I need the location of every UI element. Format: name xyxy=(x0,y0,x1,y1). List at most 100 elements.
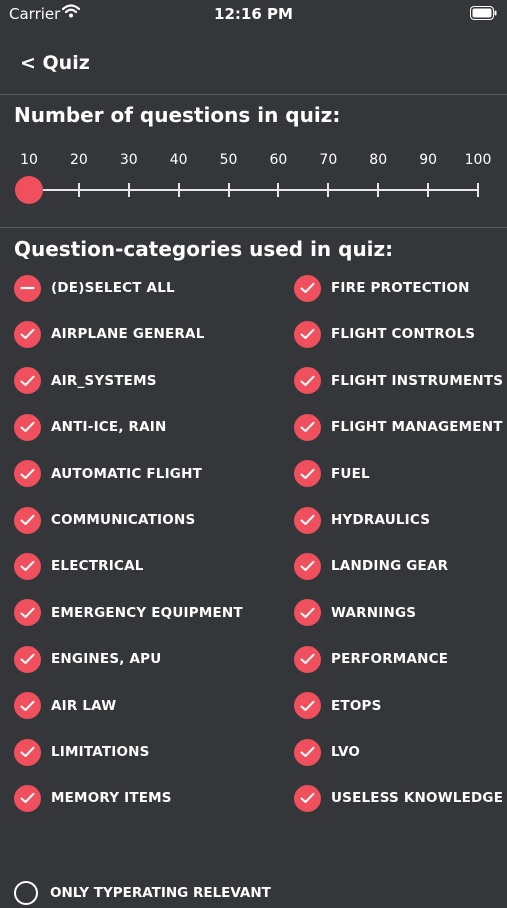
category-checkbox[interactable]: EMERGENCY EQUIPMENT xyxy=(14,598,243,628)
back-button[interactable]: < Quiz xyxy=(20,52,90,74)
category-label: ELECTRICAL xyxy=(51,558,144,575)
category-checkbox[interactable]: AIRPLANE GENERAL xyxy=(14,319,205,349)
checkmark-circle-icon[interactable] xyxy=(294,599,321,627)
category-checkbox[interactable]: LVO xyxy=(294,737,360,767)
slider-tick-label: 60 xyxy=(269,152,288,168)
checkmark-circle-icon[interactable] xyxy=(14,460,41,488)
checkmark-circle-icon[interactable] xyxy=(14,367,41,395)
checkmark-circle-icon[interactable] xyxy=(294,738,321,766)
slider-tick-mark xyxy=(77,183,80,197)
checkmark-circle-icon[interactable] xyxy=(14,784,41,812)
slider-tick-label: 30 xyxy=(119,152,138,168)
checkmark-circle-icon[interactable] xyxy=(294,460,321,488)
checkmark-circle-icon[interactable] xyxy=(14,599,41,627)
category-checkbox[interactable]: FIRE PROTECTION xyxy=(294,273,470,303)
category-label: AUTOMATIC FLIGHT xyxy=(51,465,202,482)
category-label: FLIGHT MANAGEMENT xyxy=(331,419,503,436)
category-checkbox[interactable]: AIR LAW xyxy=(14,691,116,721)
checkmark-circle-icon[interactable] xyxy=(294,645,321,673)
battery-icon xyxy=(470,6,497,20)
questions-section-title: Number of questions in quiz: xyxy=(14,103,341,127)
category-checkbox[interactable]: USELESS KNOWLEDGE xyxy=(294,783,503,813)
category-label: LIMITATIONS xyxy=(51,744,150,760)
checkmark-circle-icon[interactable] xyxy=(14,692,41,720)
checkmark-circle-icon[interactable] xyxy=(294,367,321,395)
checkmark-circle-icon[interactable] xyxy=(294,552,321,580)
checkmark-circle-icon[interactable] xyxy=(14,738,41,766)
category-label: (DE)SELECT ALL xyxy=(51,280,175,296)
category-checkbox[interactable]: PERFORMANCE xyxy=(294,644,448,674)
categories-section-title: Question-categories used in quiz: xyxy=(14,237,394,261)
category-checkbox[interactable]: HYDRAULICS xyxy=(294,505,430,535)
slider-tick-label: 80 xyxy=(369,152,388,168)
category-checkbox[interactable]: WARNINGS xyxy=(294,598,416,628)
slider-tick-label: 100 xyxy=(464,152,492,168)
category-label: WARNINGS xyxy=(331,604,417,621)
category-label: COMMUNICATIONS xyxy=(51,512,196,528)
radio-unchecked-icon[interactable] xyxy=(14,881,38,905)
typerating-option-label: ONLY TYPERATING RELEVANT xyxy=(50,885,271,901)
category-checkbox[interactable]: FLIGHT MANAGEMENT xyxy=(294,412,503,442)
slider-tick-mark xyxy=(127,183,130,197)
category-label: ENGINES, APU xyxy=(51,651,162,668)
slider-tick-mark xyxy=(227,183,230,197)
typerating-option[interactable]: ONLY TYPERATING RELEVANT xyxy=(14,878,271,908)
category-label: LVO xyxy=(331,744,361,760)
category-label: ANTI-ICE, RAIN xyxy=(51,419,167,436)
checkmark-circle-icon[interactable] xyxy=(14,320,41,348)
checkmark-circle-icon[interactable] xyxy=(294,413,321,441)
category-label: FIRE PROTECTION xyxy=(331,280,470,296)
section-divider xyxy=(0,227,507,228)
category-checkbox[interactable]: AIR_SYSTEMS xyxy=(14,366,157,396)
category-label: LANDING GEAR xyxy=(331,558,449,575)
question-count-slider[interactable]: 10 20 30 40 50 60 70 80 90 100 xyxy=(0,148,507,218)
checkmark-circle-icon[interactable] xyxy=(294,320,321,348)
category-checkbox[interactable]: COMMUNICATIONS xyxy=(14,505,195,535)
category-label: AIR_SYSTEMS xyxy=(51,372,157,389)
navigation-bar: < Quiz xyxy=(0,40,507,95)
checkmark-circle-icon[interactable] xyxy=(14,413,41,441)
slider-thumb[interactable] xyxy=(15,176,43,204)
category-label: FLIGHT CONTROLS xyxy=(331,326,476,343)
category-checkbox[interactable]: AUTOMATIC FLIGHT xyxy=(14,459,202,489)
slider-tick-label: 20 xyxy=(69,152,88,168)
clock-time: 12:16 PM xyxy=(214,5,293,23)
checkmark-circle-icon[interactable] xyxy=(14,506,41,534)
category-checkbox[interactable]: LIMITATIONS xyxy=(14,737,150,767)
category-label: FUEL xyxy=(331,465,370,482)
minus-circle-icon[interactable] xyxy=(14,274,41,302)
slider-tick-mark xyxy=(327,183,330,197)
slider-tick-label: 70 xyxy=(319,152,338,168)
slider-tick-label: 50 xyxy=(219,152,238,168)
deselect-all-toggle[interactable]: (DE)SELECT ALL xyxy=(14,273,175,303)
checkmark-circle-icon[interactable] xyxy=(14,552,41,580)
category-checkbox[interactable]: LANDING GEAR xyxy=(294,551,448,581)
slider-tick-mark xyxy=(277,183,280,197)
slider-tick-mark xyxy=(427,183,430,197)
category-checkbox[interactable]: FLIGHT INSTRUMENTS xyxy=(294,366,503,396)
category-checkbox[interactable]: ANTI-ICE, RAIN xyxy=(14,412,167,442)
category-checkbox[interactable]: MEMORY ITEMS xyxy=(14,783,172,813)
category-label: PERFORMANCE xyxy=(331,651,449,668)
category-label: AIRPLANE GENERAL xyxy=(51,326,205,343)
checkmark-circle-icon[interactable] xyxy=(294,692,321,720)
checkmark-circle-icon[interactable] xyxy=(294,274,321,302)
category-checkbox[interactable]: ENGINES, APU xyxy=(14,644,161,674)
checkmark-circle-icon[interactable] xyxy=(294,784,321,812)
category-label: EMERGENCY EQUIPMENT xyxy=(51,604,243,621)
category-checkbox[interactable]: FLIGHT CONTROLS xyxy=(294,319,475,349)
slider-track[interactable] xyxy=(29,189,479,191)
category-label: ETOPS xyxy=(331,697,382,714)
status-bar: Carrier 12:16 PM xyxy=(0,0,507,30)
slider-tick-label: 40 xyxy=(169,152,188,168)
category-label: AIR LAW xyxy=(51,697,117,714)
slider-tick-label: 90 xyxy=(419,152,438,168)
category-checkbox[interactable]: ELECTRICAL xyxy=(14,551,144,581)
category-label: FLIGHT INSTRUMENTS xyxy=(331,372,504,389)
slider-tick-mark xyxy=(377,183,380,197)
checkmark-circle-icon[interactable] xyxy=(294,506,321,534)
slider-tick-mark xyxy=(177,183,180,197)
category-checkbox[interactable]: ETOPS xyxy=(294,691,382,721)
category-checkbox[interactable]: FUEL xyxy=(294,459,370,489)
checkmark-circle-icon[interactable] xyxy=(14,645,41,673)
